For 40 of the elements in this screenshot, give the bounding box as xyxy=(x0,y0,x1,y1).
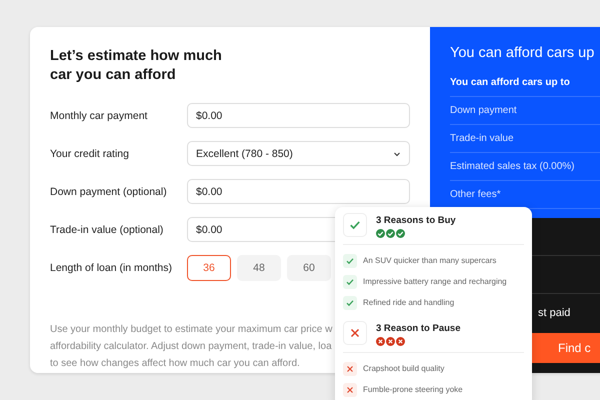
description-text: Use your monthly budget to estimate your maximum car price w affordability calculator. Adjust down payment, trade-in value, loa to see how changes affect how much car you can afford. xyxy=(50,323,334,371)
results-title: You can afford cars up xyxy=(450,45,596,61)
reason-text: An SUV quicker than many supercars xyxy=(363,256,496,265)
result-label: Other fees* xyxy=(450,189,501,200)
x-icon xyxy=(343,382,357,396)
check-icon xyxy=(343,296,357,310)
check-icon xyxy=(343,213,367,237)
x-icon xyxy=(343,362,357,376)
check-badge-icon xyxy=(396,229,405,238)
chevron-down-icon xyxy=(393,150,401,158)
section-title: 3 Reason to Pause xyxy=(376,323,460,334)
input-field[interactable]: $0.00 xyxy=(187,179,410,204)
field-label: Monthly car payment xyxy=(50,110,148,122)
check-icon xyxy=(343,274,357,288)
reason-text: Refined ride and handling xyxy=(363,298,454,307)
summary-label: st paid xyxy=(538,306,570,318)
reason-text: Impressive battery range and recharging xyxy=(363,277,507,286)
x-badge-icon xyxy=(376,337,385,346)
field-label: Your credit rating xyxy=(50,148,130,160)
x-badge-icon xyxy=(386,337,395,346)
result-label: You can afford cars up to xyxy=(450,77,570,88)
loan-term-option[interactable]: 60 xyxy=(287,254,331,280)
result-label: Estimated sales tax (0.00%) xyxy=(450,161,574,172)
check-badge-icon xyxy=(386,229,395,238)
check-icon xyxy=(343,254,357,268)
reason-text: Crapshoot build quality xyxy=(363,364,444,373)
result-label: Trade-in value xyxy=(450,133,514,144)
reason-text: Fumble-prone steering yoke xyxy=(363,385,463,394)
result-label: Down payment xyxy=(450,105,517,116)
input-field[interactable]: $0.00 xyxy=(187,103,410,128)
field-label: Down payment (optional) xyxy=(50,186,168,198)
loan-term-option[interactable]: 36 xyxy=(187,254,231,280)
x-badge-icon xyxy=(396,337,405,346)
check-badge-icon xyxy=(376,229,385,238)
field-label: Trade-in value (optional) xyxy=(50,224,164,236)
loan-term-option[interactable]: 48 xyxy=(237,254,281,280)
field-label: Length of loan (in months) xyxy=(50,262,173,274)
credit-rating-select[interactable]: Excellent (780 - 850) xyxy=(187,141,410,166)
calculator-title: Let’s estimate how much car you can afford xyxy=(50,47,223,85)
x-icon xyxy=(343,321,367,345)
